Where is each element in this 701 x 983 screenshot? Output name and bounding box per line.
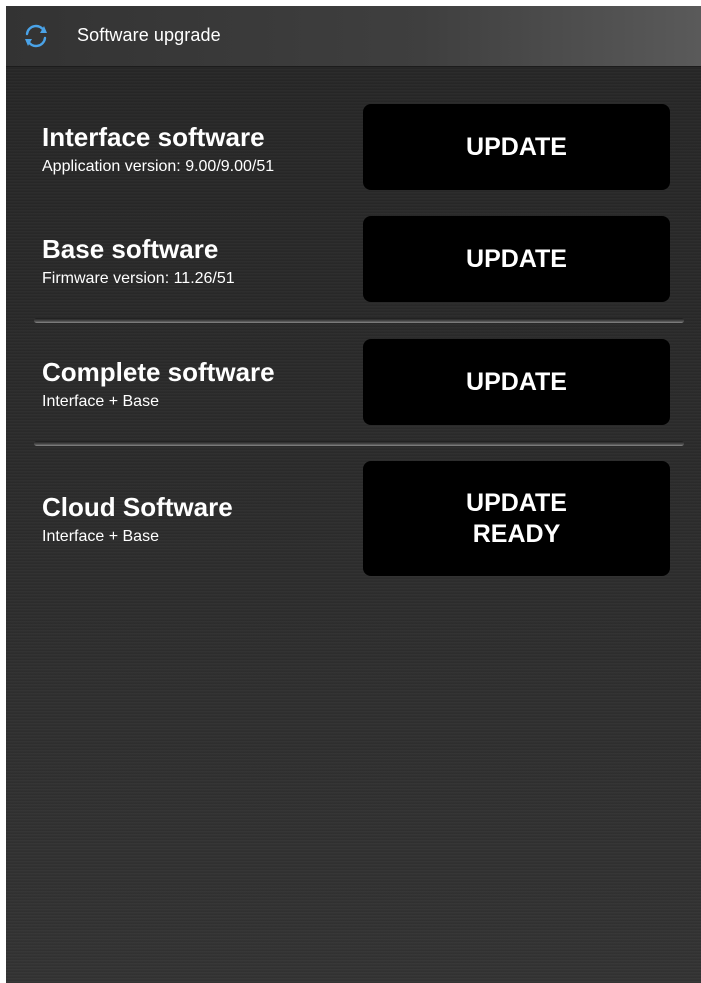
complete-update-button[interactable]: UPDATE bbox=[363, 339, 670, 425]
complete-software-subtitle: Interface + Base bbox=[42, 393, 159, 410]
cloud-button-line-1: UPDATE bbox=[466, 488, 567, 517]
cloud-software-subtitle: Interface + Base bbox=[42, 528, 159, 545]
device-screen: Software upgrade Interface software Appl… bbox=[6, 6, 701, 983]
cloud-software-row: Cloud Software Interface + Base UPDATE R… bbox=[6, 461, 701, 576]
application-version-label: Application version: 9.00/9.00/51 bbox=[42, 158, 275, 175]
refresh-icon bbox=[23, 23, 49, 49]
interface-update-button[interactable]: UPDATE bbox=[363, 104, 670, 190]
base-software-title: Base software bbox=[42, 234, 219, 264]
cloud-update-ready-button[interactable]: UPDATE READY bbox=[363, 461, 670, 576]
cloud-button-line-2: READY bbox=[472, 519, 561, 548]
separator bbox=[34, 441, 684, 446]
title-bar: Software upgrade bbox=[6, 6, 701, 67]
interface-software-title: Interface software bbox=[42, 122, 265, 152]
base-update-button[interactable]: UPDATE bbox=[363, 216, 670, 302]
base-software-row: Base software Firmware version: 11.26/51… bbox=[6, 216, 701, 302]
complete-software-title: Complete software bbox=[42, 357, 275, 387]
interface-software-row: Interface software Application version: … bbox=[6, 104, 701, 190]
cloud-software-title: Cloud Software bbox=[42, 492, 233, 522]
page-title: Software upgrade bbox=[77, 25, 221, 45]
complete-software-row: Complete software Interface + Base UPDAT… bbox=[6, 339, 701, 425]
firmware-version-label: Firmware version: 11.26/51 bbox=[42, 270, 235, 287]
separator bbox=[34, 318, 684, 323]
